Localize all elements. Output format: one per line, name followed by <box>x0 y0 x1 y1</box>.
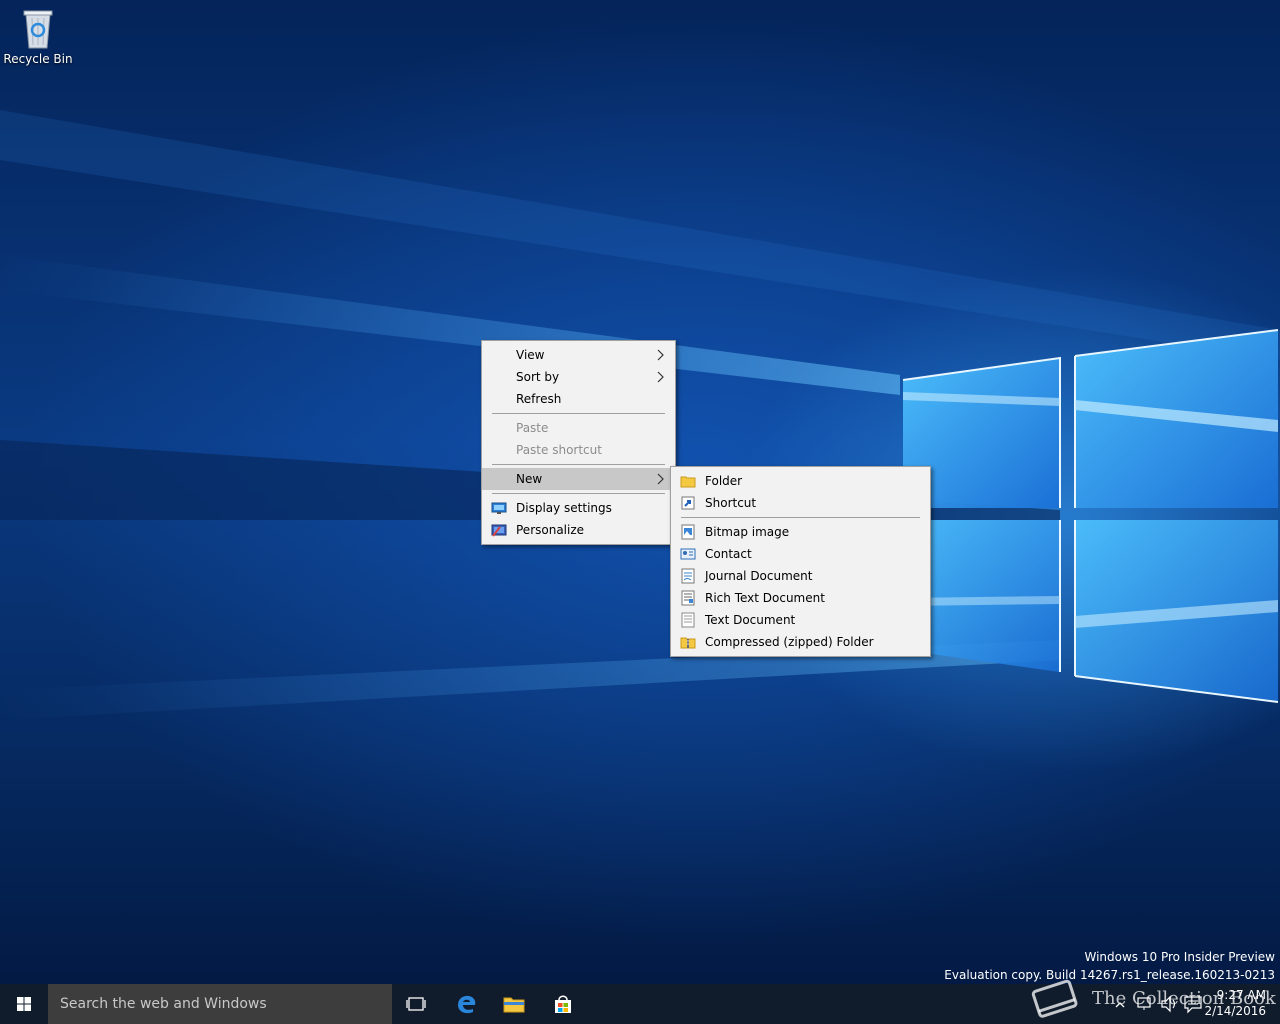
watermark-edition: Windows 10 Pro Insider Preview <box>1084 950 1275 964</box>
menu-separator <box>492 413 665 414</box>
menu-item-label: Personalize <box>516 523 585 537</box>
menu-item-label: Display settings <box>516 501 612 515</box>
windows-start-icon <box>17 997 31 1011</box>
store-icon <box>555 995 571 1013</box>
shortcut-icon <box>681 496 695 510</box>
menu-item-sort-by[interactable]: Sort by <box>482 366 675 388</box>
menu-item-new[interactable]: New <box>482 468 675 490</box>
overlay-brand-text: The Collection Book <box>1092 988 1276 1009</box>
bitmap-image-icon <box>681 524 695 540</box>
desktop-background[interactable]: Recycle Bin View Sort by Refresh Paste P… <box>0 0 1280 984</box>
menu-item-label: New <box>516 472 543 486</box>
submenu-item-label: Text Document <box>705 613 796 627</box>
file-explorer-icon <box>503 997 525 1013</box>
submenu-item-label: Journal Document <box>705 569 813 583</box>
submenu-item-label: Compressed (zipped) Folder <box>705 635 874 649</box>
zipped-folder-icon <box>680 637 696 649</box>
submenu-item-shortcut[interactable]: Shortcut <box>671 492 930 514</box>
submenu-item-label: Contact <box>705 547 752 561</box>
menu-separator <box>492 493 665 494</box>
menu-item-label: Paste shortcut <box>516 443 602 457</box>
submenu-item-contact[interactable]: Contact <box>671 543 930 565</box>
menu-item-personalize[interactable]: Personalize <box>482 519 675 541</box>
menu-item-label: Refresh <box>516 392 562 406</box>
submenu-item-folder[interactable]: Folder <box>671 470 930 492</box>
submenu-item-label: Folder <box>705 474 743 488</box>
menu-separator <box>492 464 665 465</box>
file-explorer-button[interactable] <box>490 984 538 1024</box>
folder-icon <box>680 476 696 488</box>
contact-icon <box>680 548 696 560</box>
menu-item-display-settings[interactable]: Display settings <box>482 497 675 519</box>
personalize-icon <box>491 524 507 537</box>
new-submenu: Folder Shortcut Bitmap image Contact Jou… <box>670 466 931 657</box>
rich-text-document-icon <box>681 590 695 606</box>
menu-item-label: Paste <box>516 421 549 435</box>
recycle-bin[interactable]: Recycle Bin <box>2 6 74 66</box>
submenu-item-bitmap-image[interactable]: Bitmap image <box>671 521 930 543</box>
menu-item-refresh[interactable]: Refresh <box>482 388 675 410</box>
submenu-item-compressed-folder[interactable]: Compressed (zipped) Folder <box>671 631 930 653</box>
submenu-item-label: Bitmap image <box>705 525 790 539</box>
taskbar: Search the web and Windows 9:27 AM 2/14/… <box>0 979 1280 1024</box>
recycle-bin-icon <box>23 10 53 49</box>
recycle-bin-label: Recycle Bin <box>3 52 73 66</box>
menu-item-label: Sort by <box>516 370 560 384</box>
task-view-button[interactable] <box>392 984 440 1024</box>
submenu-item-label: Rich Text Document <box>705 591 825 605</box>
submenu-item-journal-document[interactable]: Journal Document <box>671 565 930 587</box>
display-settings-icon <box>491 502 507 514</box>
task-view-icon <box>406 997 426 1011</box>
submenu-item-label: Shortcut <box>705 496 757 510</box>
chevron-right-icon <box>657 371 664 383</box>
menu-item-label: View <box>516 348 545 362</box>
edge-browser-button[interactable] <box>442 984 490 1024</box>
chevron-right-icon <box>657 349 664 361</box>
store-button[interactable] <box>539 984 587 1024</box>
text-document-icon <box>681 612 695 628</box>
submenu-item-rich-text-document[interactable]: Rich Text Document <box>671 587 930 609</box>
menu-item-view[interactable]: View <box>482 344 675 366</box>
menu-item-paste: Paste <box>482 417 675 439</box>
menu-item-paste-shortcut: Paste shortcut <box>482 439 675 461</box>
submenu-item-text-document[interactable]: Text Document <box>671 609 930 631</box>
start-button[interactable] <box>0 984 48 1024</box>
search-input[interactable]: Search the web and Windows <box>48 984 392 1024</box>
edge-icon <box>458 995 476 1014</box>
menu-separator <box>681 517 920 518</box>
chevron-right-icon <box>657 473 664 485</box>
desktop-context-menu: View Sort by Refresh Paste Paste shortcu… <box>481 340 676 545</box>
journal-document-icon <box>681 568 695 584</box>
